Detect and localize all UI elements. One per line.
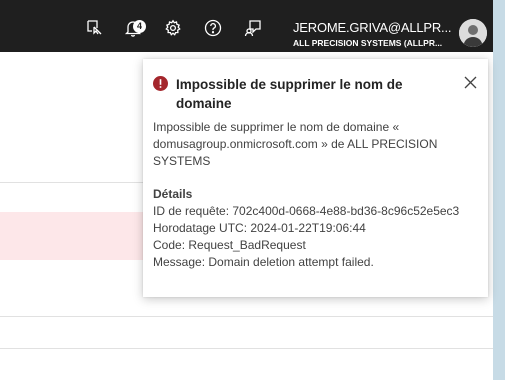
- account-menu[interactable]: JEROME.GRIVA@ALLPR... ALL PRECISION SYST…: [293, 20, 453, 50]
- notification-count-badge: 4: [133, 20, 146, 33]
- feedback-icon[interactable]: [85, 19, 103, 37]
- error-icon: [153, 76, 168, 91]
- error-code: Code: Request_BadRequest: [153, 238, 306, 252]
- account-organization: ALL PRECISION SYSTEMS (ALLPR...: [293, 38, 443, 48]
- request-id: ID de requête: 702c400d-0668-4e88-bd36-8…: [153, 204, 460, 218]
- portal-screen: 4 JEROME.GRIVA@ALLPR... ALL PRECISION SY…: [0, 0, 505, 380]
- divider: [0, 348, 493, 349]
- account-name: JEROME.GRIVA@ALLPR...: [293, 20, 452, 35]
- help-icon[interactable]: [204, 19, 222, 37]
- error-message: Message: Domain deletion attempt failed.: [153, 255, 374, 269]
- selected-row[interactable]: [0, 212, 150, 260]
- divider: [0, 316, 493, 317]
- close-icon[interactable]: [462, 74, 479, 91]
- divider: [0, 182, 150, 183]
- avatar[interactable]: [459, 19, 487, 47]
- error-notification-toast: Impossible de supprimer le nom de domain…: [143, 59, 488, 297]
- utc-timestamp: Horodatage UTC: 2024-01-22T19:06:44: [153, 221, 366, 235]
- details-heading: Détails: [153, 187, 193, 201]
- toast-message: Impossible de supprimer le nom de domain…: [153, 120, 438, 168]
- toast-details: Détails ID de requête: 702c400d-0668-4e8…: [153, 186, 473, 271]
- toast-title: Impossible de supprimer le nom de domain…: [176, 77, 403, 111]
- gear-icon[interactable]: [164, 19, 182, 37]
- top-navigation-bar: 4 JEROME.GRIVA@ALLPR... ALL PRECISION SY…: [0, 0, 493, 52]
- chat-icon[interactable]: [244, 19, 262, 37]
